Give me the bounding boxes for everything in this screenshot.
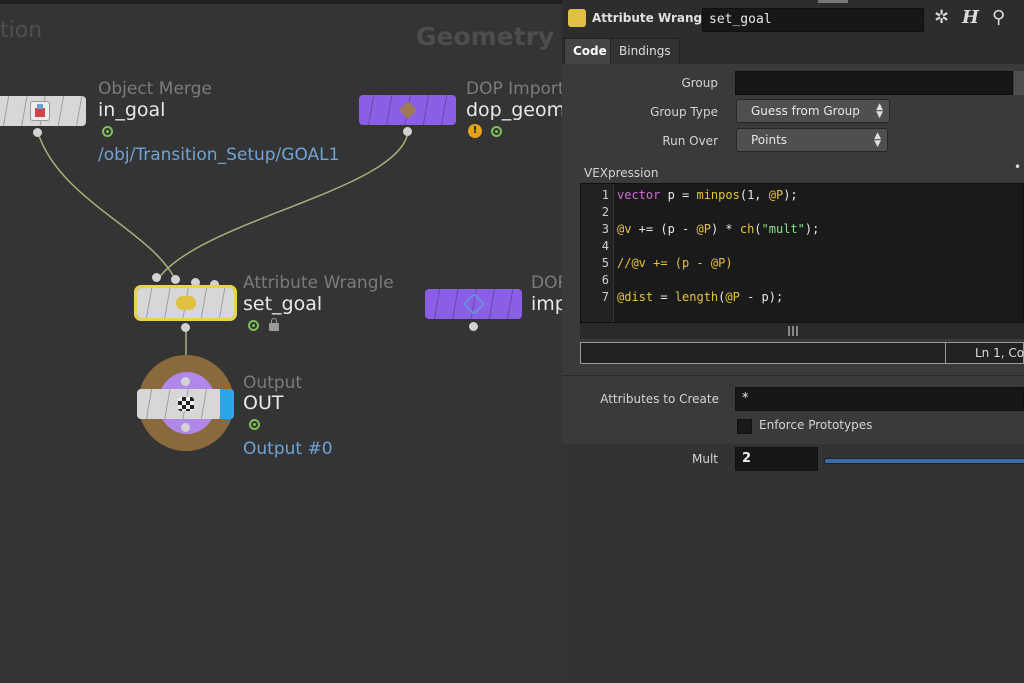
tab-bindings[interactable]: Bindings (610, 38, 680, 64)
wrangle-icon (175, 296, 196, 310)
operator-type-label: Attribute Wrangle (592, 11, 715, 25)
enforce-prototypes-label: Enforce Prototypes (759, 418, 873, 432)
wrangle-operator-icon (568, 9, 586, 27)
lock-icon[interactable] (269, 318, 279, 331)
code-line-3: @v += (p - @P) * ch("mult"); (617, 222, 820, 236)
object-merge-icon (30, 101, 50, 121)
wrangle-input-port-2[interactable] (171, 275, 180, 284)
dop-node-2-name[interactable]: imp (531, 293, 562, 315)
dop-import-node[interactable] (359, 95, 456, 125)
line-number: 2 (601, 205, 609, 219)
group-type-value: Guess from Group (751, 104, 860, 118)
pane-tab-indicator (818, 0, 848, 3)
group-type-label: Group Type (650, 105, 718, 119)
output-input-port[interactable] (181, 377, 190, 386)
output-node[interactable] (137, 389, 234, 419)
updown-arrows-icon: ▲ ▼ (874, 131, 881, 149)
wrangle-input-port-1[interactable] (152, 273, 161, 282)
group-label: Group (681, 76, 718, 90)
wrangle-status-ok-icon (248, 320, 259, 331)
wrangle-output-port[interactable] (181, 323, 190, 332)
code-line-1: vector p = minpos(1, @P); (617, 188, 798, 202)
line-number: 3 (601, 222, 609, 236)
node-name-field[interactable]: set_goal (702, 8, 924, 32)
line-number: 4 (601, 239, 609, 253)
gear-icon[interactable]: ✲ (934, 9, 949, 27)
vexpression-label: VEXpression (584, 166, 659, 180)
dop-import-icon (398, 100, 417, 120)
dop-node-2[interactable] (425, 289, 522, 319)
tab-code[interactable]: Code (564, 38, 616, 64)
dop-node-2-type-label: DOP (531, 273, 562, 293)
attributes-to-create-field[interactable]: * (735, 387, 1024, 411)
group-dropdown-button[interactable] (1014, 71, 1024, 95)
output-output-port[interactable] (181, 423, 190, 432)
attribute-wrangle-node[interactable] (134, 285, 237, 321)
output-name[interactable]: OUT (243, 392, 283, 414)
dop-import-type-label: DOP Import (466, 79, 562, 99)
wrangle-name[interactable]: set_goal (243, 293, 322, 315)
output-index-label: Output #0 (243, 439, 333, 459)
dop-import-name[interactable]: dop_geom (466, 99, 562, 121)
lower-params-area (562, 444, 1024, 683)
run-over-value: Points (751, 133, 788, 147)
object-merge-path: /obj/Transition_Setup/GOAL1 (98, 145, 340, 165)
wrangle-input-port-3[interactable] (191, 278, 200, 287)
output-status-ok-icon (249, 419, 260, 430)
network-editor[interactable]: tion Geometry Object Merge in_goal /obj/… (0, 0, 562, 683)
cursor-position: Ln 1, Col (975, 346, 1024, 360)
search-icon[interactable]: ⚲ (992, 9, 1005, 27)
editor-status-bar: Ln 1, Col (580, 342, 1024, 364)
wrangle-type-label: Attribute Wrangle (243, 273, 394, 293)
code-line-5: //@v += (p - @P) (617, 256, 733, 270)
warning-icon[interactable]: ! (468, 124, 482, 138)
object-merge-name[interactable]: in_goal (98, 99, 165, 121)
output-type-label: Output (243, 373, 303, 393)
updown-arrows-icon: ▲ ▼ (876, 102, 883, 120)
object-merge-type-label: Object Merge (98, 79, 212, 99)
line-number: 5 (601, 256, 609, 270)
object-merge-status-ok-icon (102, 126, 113, 137)
mult-label: Mult (692, 452, 718, 466)
houdini-help-icon[interactable]: H (962, 9, 979, 27)
line-number: 1 (601, 188, 609, 202)
display-flag[interactable] (220, 389, 234, 419)
section-separator (562, 375, 1024, 376)
expand-icon[interactable]: • (1014, 160, 1021, 174)
group-type-menu[interactable]: Guess from Group ▲ ▼ (736, 99, 890, 123)
run-over-label: Run Over (662, 134, 718, 148)
line-number: 7 (601, 290, 609, 304)
param-tabs: Code Bindings (562, 36, 1024, 64)
parameter-pane: Attribute Wrangle set_goal ✲ H ⚲ Code Bi… (562, 0, 1024, 683)
dop-import-status-ok-icon (491, 126, 502, 137)
mult-slider[interactable] (824, 458, 1024, 464)
dop-node-2-output-port[interactable] (469, 322, 478, 331)
resize-grip-icon[interactable] (788, 326, 800, 336)
group-field[interactable] (735, 71, 1013, 95)
code-line-7: @dist = length(@P - p); (617, 290, 784, 304)
dop-node-2-icon (462, 292, 485, 316)
mult-field[interactable]: 2 (735, 447, 818, 471)
enforce-prototypes-checkbox[interactable] (737, 419, 752, 434)
vex-code-editor[interactable]: 1 2 3 4 5 6 7 vector p = minpos(1, @P); … (580, 183, 1024, 323)
dop-import-output-port[interactable] (403, 127, 412, 136)
status-divider (945, 343, 946, 363)
object-merge-node[interactable] (0, 96, 86, 126)
object-merge-output-port[interactable] (33, 128, 42, 137)
checkered-flag-icon (177, 397, 194, 411)
code-horizontal-scrollbar[interactable] (580, 323, 1024, 339)
attributes-to-create-label: Attributes to Create (600, 392, 719, 406)
run-over-menu[interactable]: Points ▲ ▼ (736, 128, 888, 152)
line-number: 6 (601, 273, 609, 287)
